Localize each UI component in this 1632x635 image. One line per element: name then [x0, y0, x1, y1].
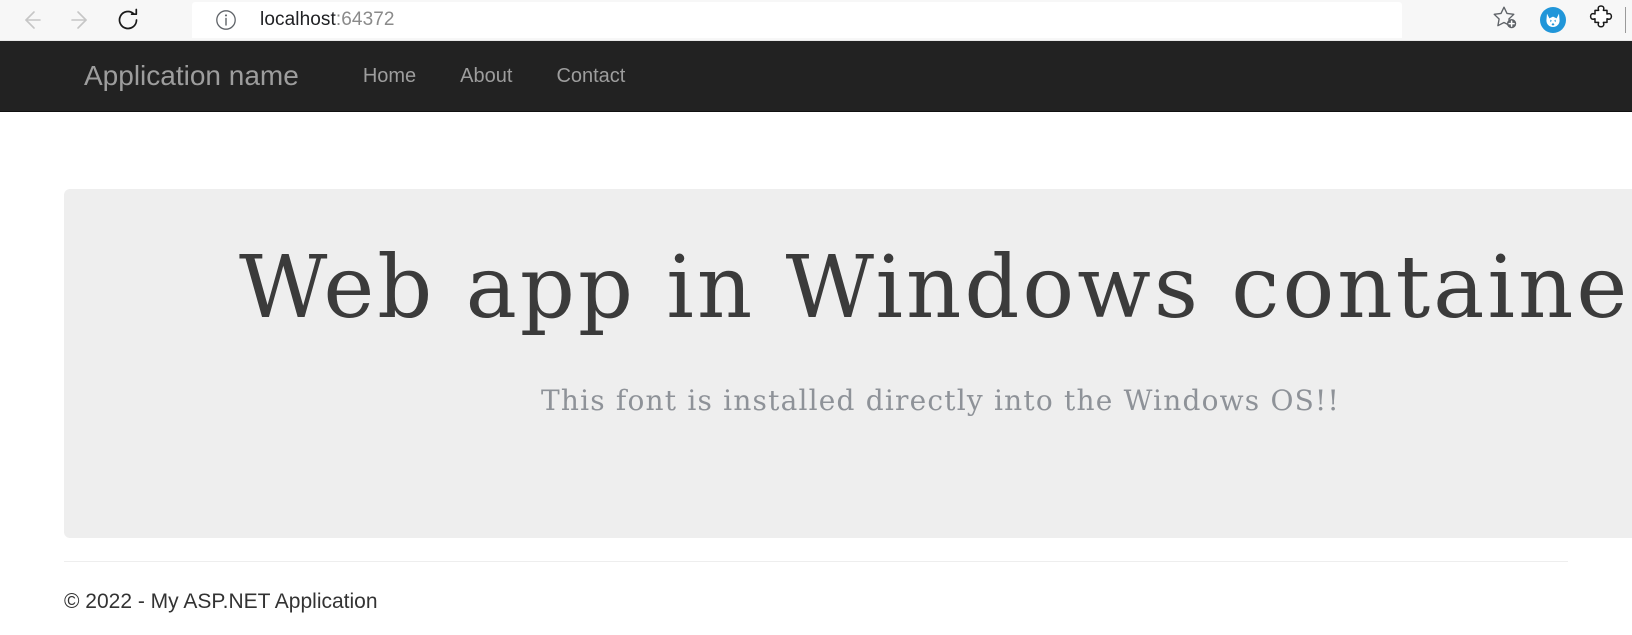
- arrow-left-icon: [19, 7, 45, 33]
- nav-link-home[interactable]: Home: [341, 66, 438, 86]
- chrome-toolbar-right: [1481, 0, 1632, 40]
- navbar-brand[interactable]: Application name: [84, 62, 299, 90]
- site-navbar: Application name Home About Contact: [0, 41, 1632, 112]
- back-button[interactable]: [8, 0, 56, 40]
- page-subtitle: This font is installed directly into the…: [541, 384, 1340, 417]
- footer-copyright: © 2022 - My ASP.NET Application: [64, 590, 378, 613]
- jumbotron: Web app in Windows container This font i…: [64, 189, 1632, 538]
- nav-link-about[interactable]: About: [438, 66, 534, 86]
- forward-button[interactable]: [56, 0, 104, 40]
- url-text[interactable]: localhost:64372: [260, 9, 395, 31]
- puzzle-piece-icon: [1587, 4, 1615, 37]
- url-port: :64372: [335, 9, 395, 30]
- add-favorite-star-icon: [1490, 3, 1520, 38]
- extensions-button[interactable]: [1577, 0, 1625, 40]
- info-circle-icon[interactable]: [214, 8, 238, 32]
- site-footer: © 2022 - My ASP.NET Application: [64, 561, 1568, 635]
- arrow-right-icon: [67, 7, 93, 33]
- fox-extension-button[interactable]: [1529, 0, 1577, 40]
- fox-extension-icon: [1540, 7, 1566, 33]
- browser-chrome: localhost:64372: [0, 0, 1632, 41]
- page-title: Web app in Windows container: [239, 238, 1632, 338]
- nav-link-contact[interactable]: Contact: [534, 66, 647, 86]
- toolbar-divider: [1625, 7, 1626, 33]
- add-favorite-button[interactable]: [1481, 0, 1529, 40]
- address-bar[interactable]: localhost:64372: [192, 2, 1402, 38]
- footer-divider: [64, 561, 1568, 562]
- url-host: localhost: [260, 9, 336, 30]
- navbar-links: Home About Contact: [341, 66, 648, 86]
- reload-button[interactable]: [104, 0, 152, 40]
- reload-icon: [114, 6, 142, 34]
- page-content: Application name Home About Contact Web …: [0, 41, 1632, 613]
